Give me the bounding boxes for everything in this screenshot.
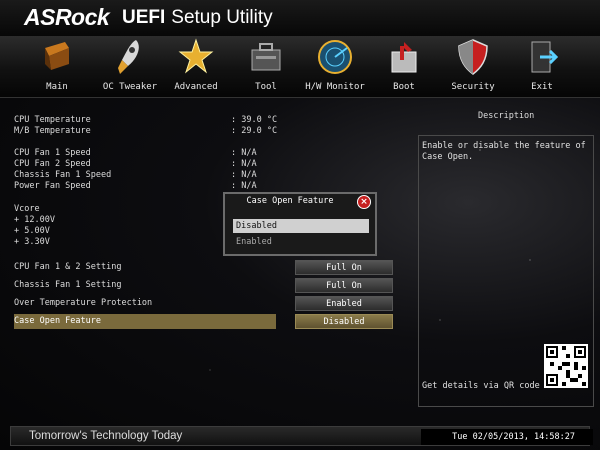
cpu-fan1-row: CPU Fan 1 Speed : N/A (14, 148, 257, 158)
mb-temperature-label: M/B Temperature (14, 126, 91, 136)
v12-label: + 12.00V (14, 215, 55, 225)
tab-boot[interactable]: Boot (369, 36, 439, 98)
radar-icon (318, 40, 352, 74)
star-icon (178, 38, 214, 74)
chassis-fan1-value: : N/A (231, 170, 257, 180)
tab-main-label: Main (46, 82, 68, 92)
v33-label: + 3.30V (14, 237, 50, 247)
tab-tool-label: Tool (255, 82, 277, 92)
rocket-icon (118, 40, 139, 74)
status-footer: Tomorrow's Technology Today Tue 02/05/20… (10, 426, 593, 446)
brand-logo: ASRock (24, 4, 110, 30)
vcore-label: Vcore (14, 204, 40, 214)
close-icon[interactable]: × (357, 195, 371, 209)
main-icon (45, 42, 69, 70)
power-fan-value: : N/A (231, 181, 257, 191)
popup-title: Case Open Feature (246, 196, 334, 206)
utility-title: UEFI Setup Utility (122, 7, 273, 29)
setting-case-open-value[interactable]: Disabled (295, 314, 393, 329)
shield-icon (458, 39, 488, 75)
title-bar: ASRock UEFI Setup Utility (0, 0, 600, 36)
chassis-fan1-label: Chassis Fan 1 Speed (14, 170, 112, 180)
qr-code (544, 344, 588, 388)
cpu-temperature-row: CPU Temperature : 39.0 °C (14, 115, 277, 125)
setting-cpu-fan-label[interactable]: CPU Fan 1 & 2 Setting (14, 260, 276, 275)
tab-security-label: Security (451, 82, 495, 92)
cpu-temperature-label: CPU Temperature (14, 115, 91, 125)
power-fan-row: Power Fan Speed : N/A (14, 181, 257, 191)
tab-main[interactable]: Main (22, 36, 92, 98)
setup-utility-label: Setup Utility (171, 7, 273, 28)
setting-over-temp-value[interactable]: Enabled (295, 296, 393, 311)
tab-oc-tweaker[interactable]: OC Tweaker (95, 36, 165, 98)
v12-row: + 12.00V (14, 215, 55, 225)
tab-hw-monitor-label: H/W Monitor (305, 82, 365, 92)
cpu-fan2-label: CPU Fan 2 Speed (14, 159, 91, 169)
v5-label: + 5.00V (14, 226, 50, 236)
tab-hw-monitor[interactable]: H/W Monitor (300, 36, 370, 98)
mb-temperature-value: : 29.0 °C (231, 126, 278, 136)
tab-exit[interactable]: Exit (507, 36, 577, 98)
setting-cpu-fan-value[interactable]: Full On (295, 260, 393, 275)
toolbox-icon (251, 43, 281, 71)
tab-oc-tweaker-label: OC Tweaker (102, 82, 158, 92)
v33-row: + 3.30V (14, 237, 50, 247)
main-nav: Main OC Tweaker Advanced Tool H/W Monito… (0, 36, 600, 98)
setting-case-open-label[interactable]: Case Open Feature (14, 314, 276, 329)
cpu-temperature-value: : 39.0 °C (231, 115, 278, 125)
power-fan-label: Power Fan Speed (14, 181, 91, 191)
popup-option-enabled[interactable]: Enabled (233, 235, 369, 249)
uefi-label: UEFI (122, 7, 166, 28)
case-open-popup: Case Open Feature × Disabled Enabled (223, 192, 377, 256)
tab-tool[interactable]: Tool (231, 36, 301, 98)
v5-row: + 5.00V (14, 226, 50, 236)
chassis-fan1-row: Chassis Fan 1 Speed : N/A (14, 170, 257, 180)
popup-option-disabled[interactable]: Disabled (233, 219, 369, 233)
tab-boot-label: Boot (393, 82, 415, 92)
qr-code-icon (546, 346, 586, 386)
tab-advanced[interactable]: Advanced (161, 36, 231, 98)
date-time: Tue 02/05/2013, 14:58:27 (421, 429, 593, 445)
vcore-row: Vcore (14, 204, 40, 214)
qr-caption: Get details via QR code (422, 381, 540, 391)
cpu-fan1-label: CPU Fan 1 Speed (14, 148, 91, 158)
cpu-fan1-value: : N/A (231, 148, 257, 158)
cpu-fan2-row: CPU Fan 2 Speed : N/A (14, 159, 257, 169)
mb-temperature-row: M/B Temperature : 29.0 °C (14, 126, 277, 136)
setting-chassis-fan-value[interactable]: Full On (295, 278, 393, 293)
description-text: Enable or disable the feature of Case Op… (422, 141, 586, 162)
description-heading: Description (478, 111, 535, 121)
cpu-fan2-value: : N/A (231, 159, 257, 169)
tab-security[interactable]: Security (438, 36, 508, 98)
tab-exit-label: Exit (531, 82, 553, 92)
setting-over-temp-label[interactable]: Over Temperature Protection (14, 296, 276, 311)
setting-chassis-fan-label[interactable]: Chassis Fan 1 Setting (14, 278, 276, 293)
boot-icon (391, 42, 417, 73)
tagline: Tomorrow's Technology Today (29, 430, 183, 442)
exit-icon (531, 41, 559, 73)
tab-advanced-label: Advanced (174, 82, 218, 92)
